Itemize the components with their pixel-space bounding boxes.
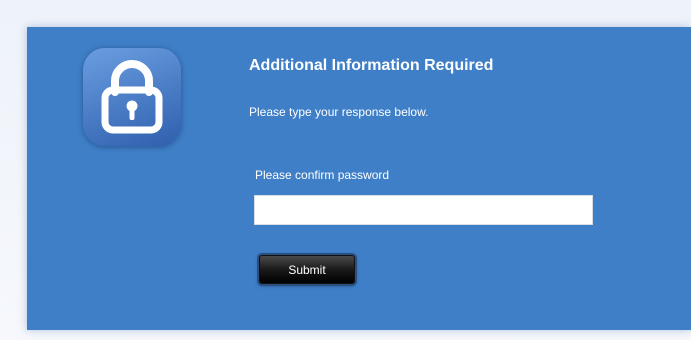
page: Additional Information Required Please t… (0, 0, 691, 340)
lock-icon (83, 48, 181, 146)
dialog-title: Additional Information Required (249, 57, 494, 74)
password-field-label: Please confirm password (255, 168, 390, 182)
dialog-panel: Additional Information Required Please t… (27, 27, 691, 330)
submit-button[interactable]: Submit (259, 255, 355, 284)
confirm-password-input[interactable] (254, 195, 593, 225)
lock-icon-graphic (101, 60, 163, 134)
dialog-instruction: Please type your response below. (249, 105, 429, 119)
